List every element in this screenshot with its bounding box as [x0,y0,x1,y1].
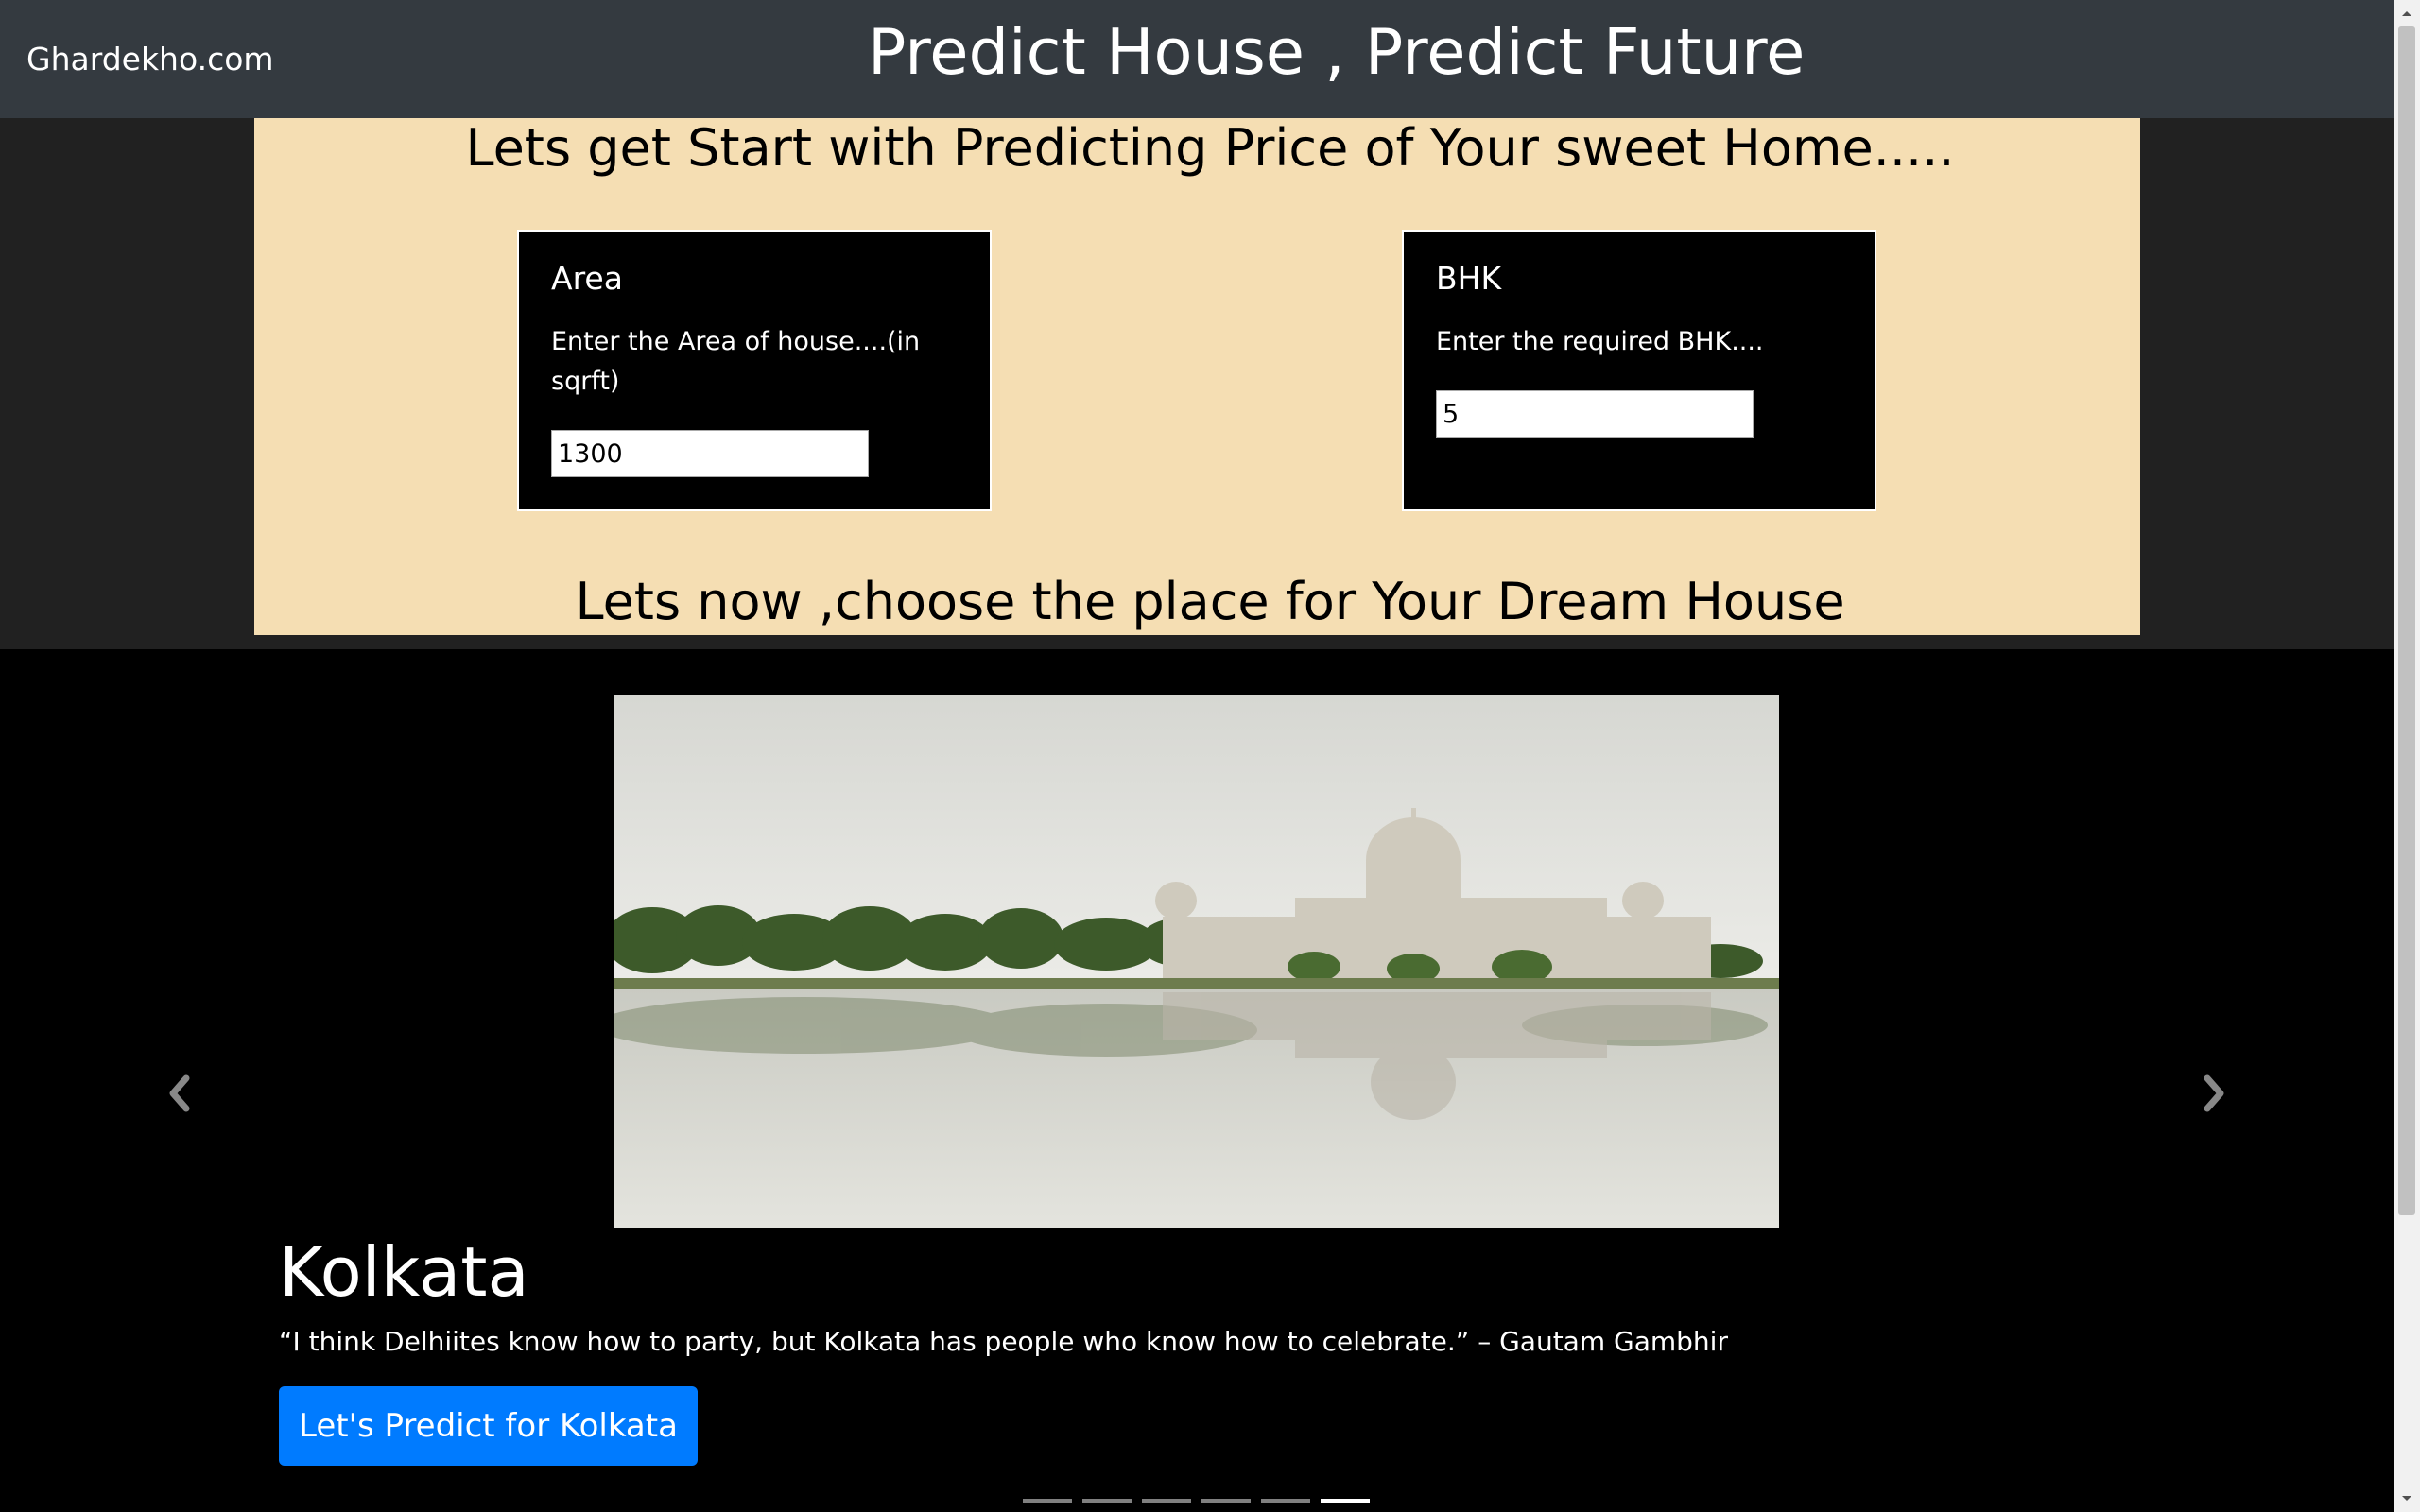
bhk-card: BHK Enter the required BHK.... [1402,230,1876,511]
carousel-indicator[interactable] [1201,1499,1251,1503]
page-scrollbar[interactable] [2394,0,2420,1512]
area-input[interactable] [551,430,869,477]
bhk-card-text: Enter the required BHK.... [1436,327,1764,356]
carousel-indicator[interactable] [1082,1499,1132,1503]
carousel-indicators [1023,1499,1370,1504]
carousel-next-button[interactable] [2186,1065,2242,1122]
bhk-card-title: BHK [1436,260,1502,297]
area-card: Area Enter the Area of house....(in sqrf… [517,230,992,511]
chevron-left-icon [169,1074,190,1112]
site-title: Predict House , Predict Future [868,15,1806,89]
intro-heading: Lets get Start with Predicting Price of … [465,118,1955,178]
carousel-indicator[interactable] [1023,1499,1072,1503]
place-heading: Lets now ,choose the place for Your Drea… [575,572,1845,631]
page: Ghardekho.com Predict House , Predict Fu… [0,0,2420,1512]
predict-button[interactable]: Let's Predict for Kolkata [279,1386,698,1466]
scroll-thumb[interactable] [2398,26,2415,1215]
area-card-text: Enter the Area of house....(in sqrft) [551,327,921,396]
brand-link[interactable]: Ghardekho.com [26,38,274,80]
slide-image-victoria-memorial [614,695,1779,1228]
chevron-right-icon [2204,1074,2224,1112]
area-card-title: Area [551,260,623,297]
carousel-indicator[interactable] [1261,1499,1310,1503]
slide-title: Kolkata [279,1232,529,1312]
bhk-input[interactable] [1436,390,1754,438]
carousel-prev-button[interactable] [151,1065,208,1122]
carousel-indicator-active[interactable] [1321,1499,1370,1503]
navbar: Ghardekho.com Predict House , Predict Fu… [0,0,2394,118]
city-carousel: Kolkata “I think Delhiites know how to p… [0,649,2394,1512]
scroll-up-icon[interactable] [2394,0,2420,26]
scroll-down-icon[interactable] [2394,1486,2420,1512]
carousel-indicator[interactable] [1142,1499,1191,1503]
slide-quote: “I think Delhiites know how to party, bu… [279,1326,1728,1357]
